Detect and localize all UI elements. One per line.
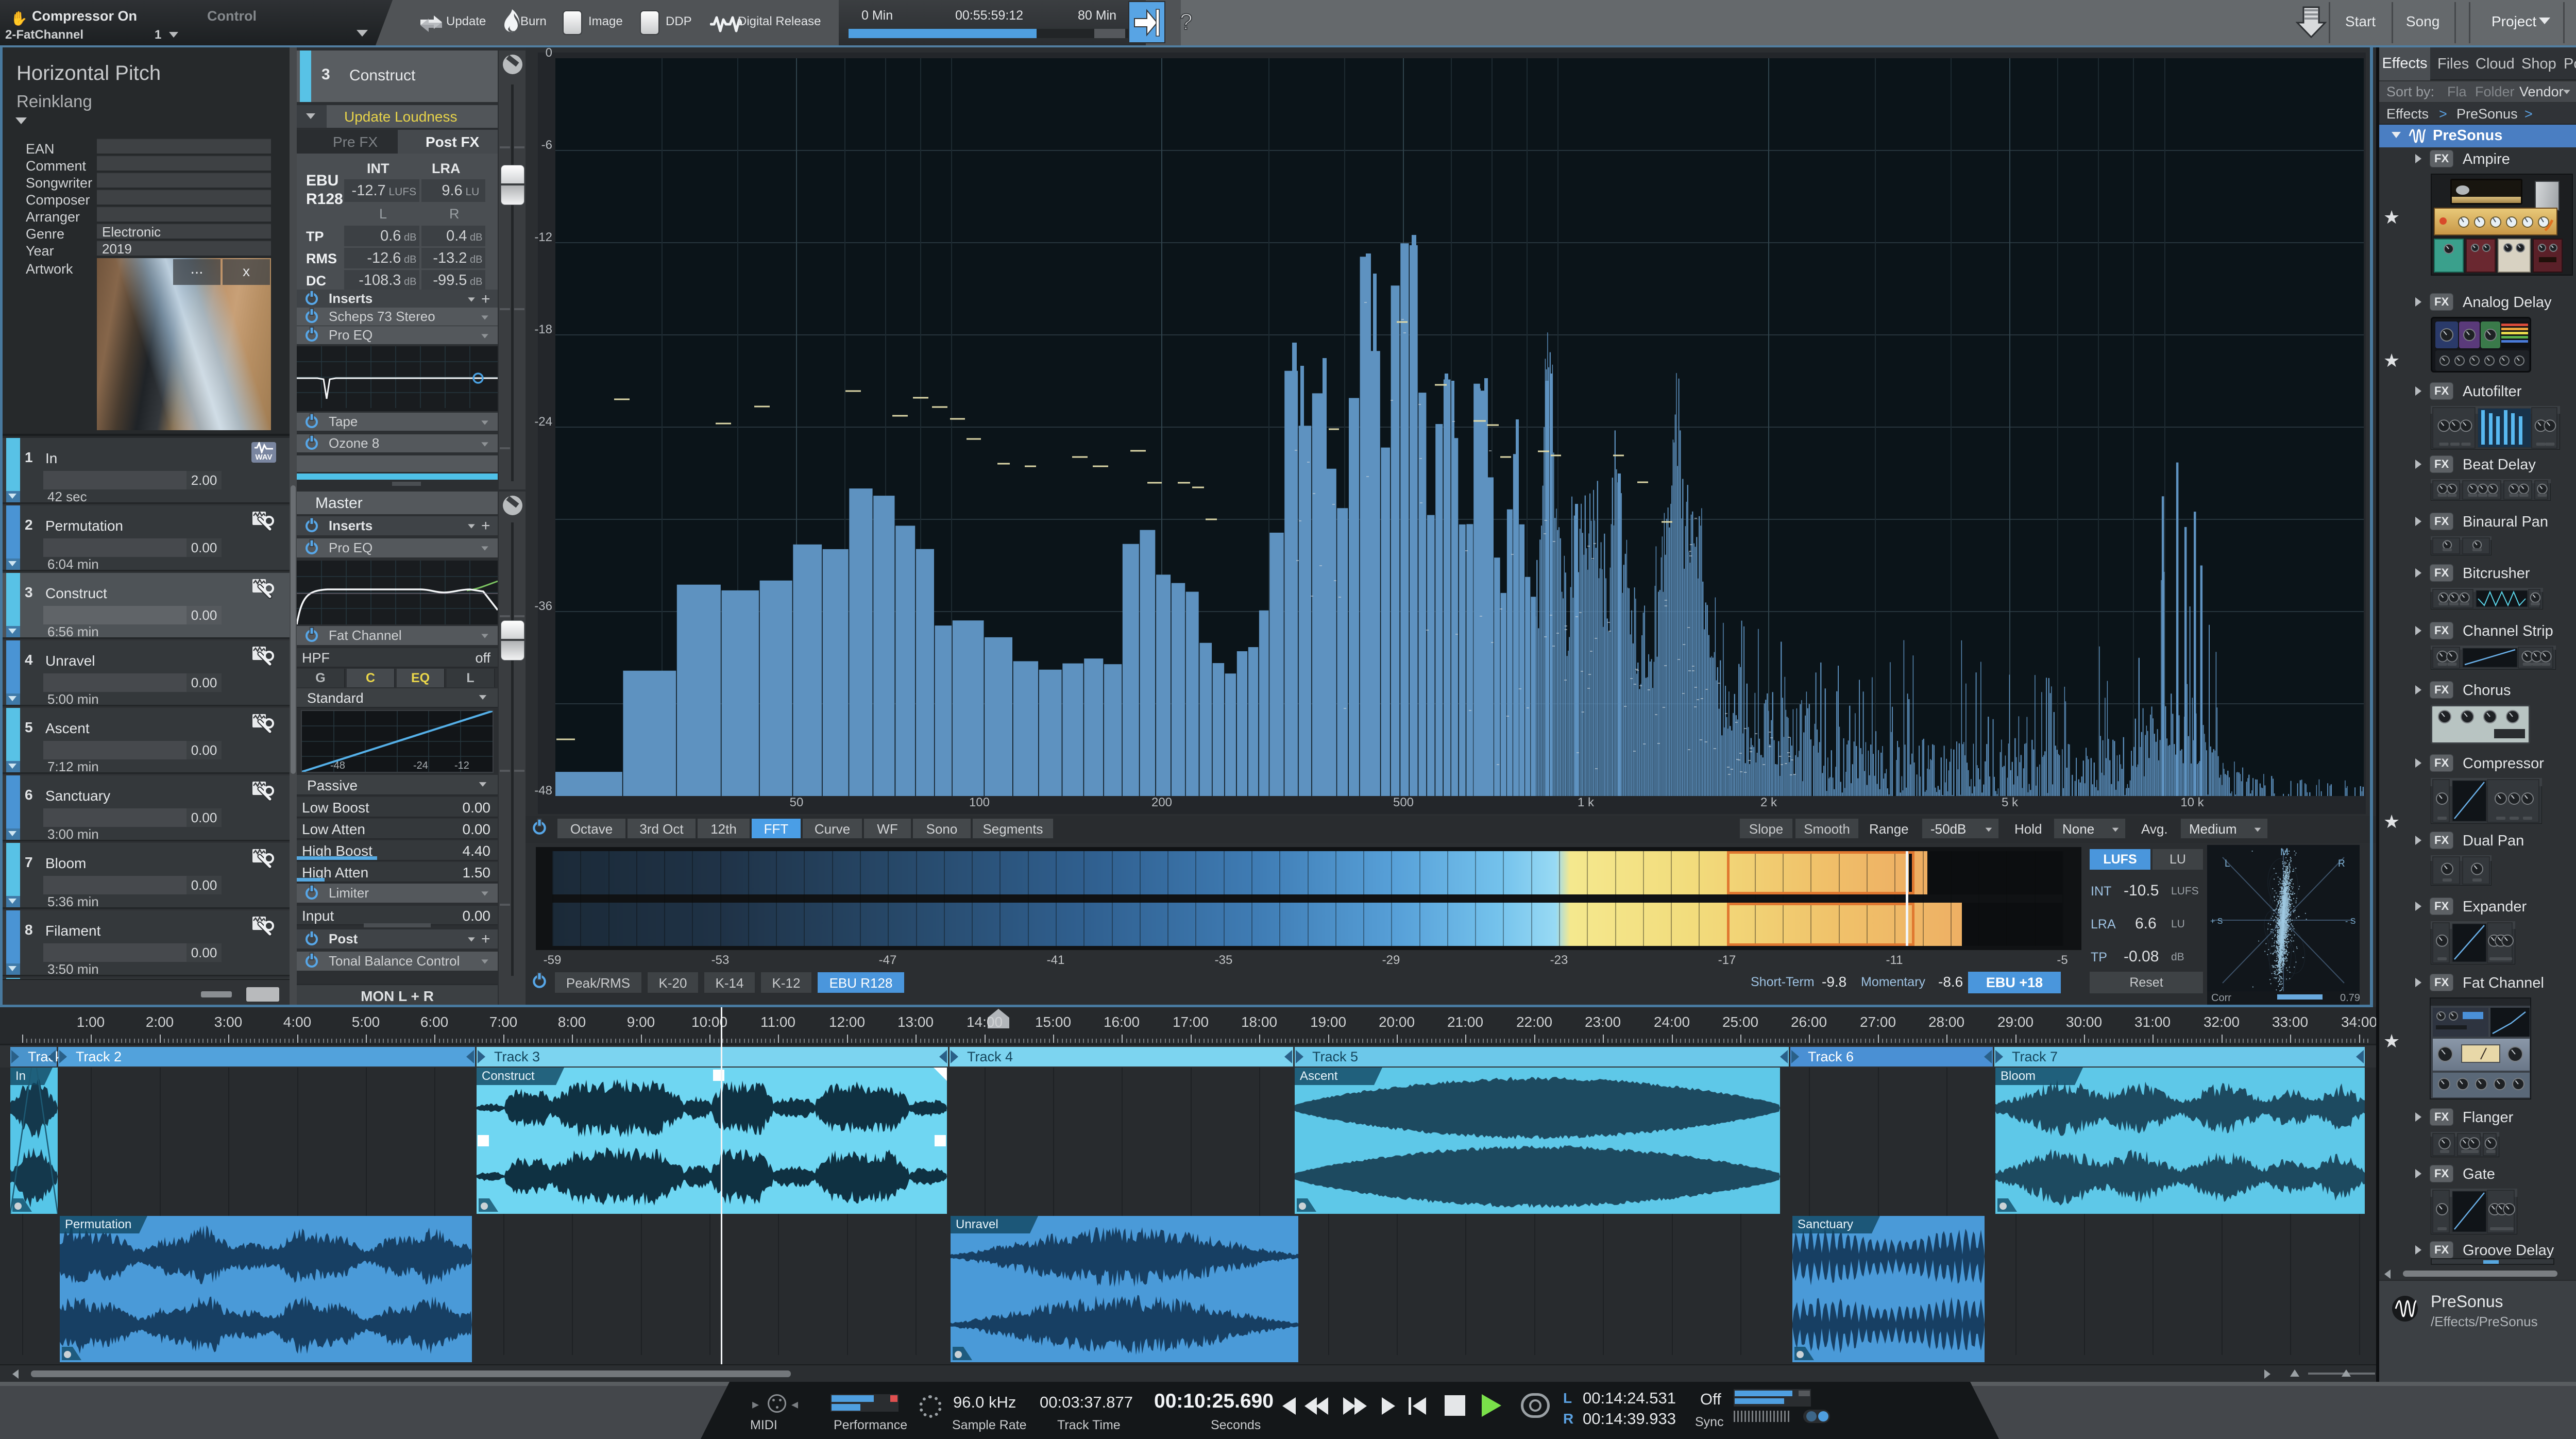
svg-text:L: L	[2225, 858, 2230, 869]
svg-text:-24: -24	[413, 760, 428, 771]
svg-text:- S: - S	[2345, 917, 2355, 926]
svg-text:M: M	[2280, 847, 2289, 858]
svg-text:-12: -12	[454, 760, 469, 771]
svg-text:R: R	[2338, 858, 2345, 869]
svg-text:+ S: + S	[2210, 917, 2223, 926]
svg-text:-48: -48	[330, 760, 345, 771]
